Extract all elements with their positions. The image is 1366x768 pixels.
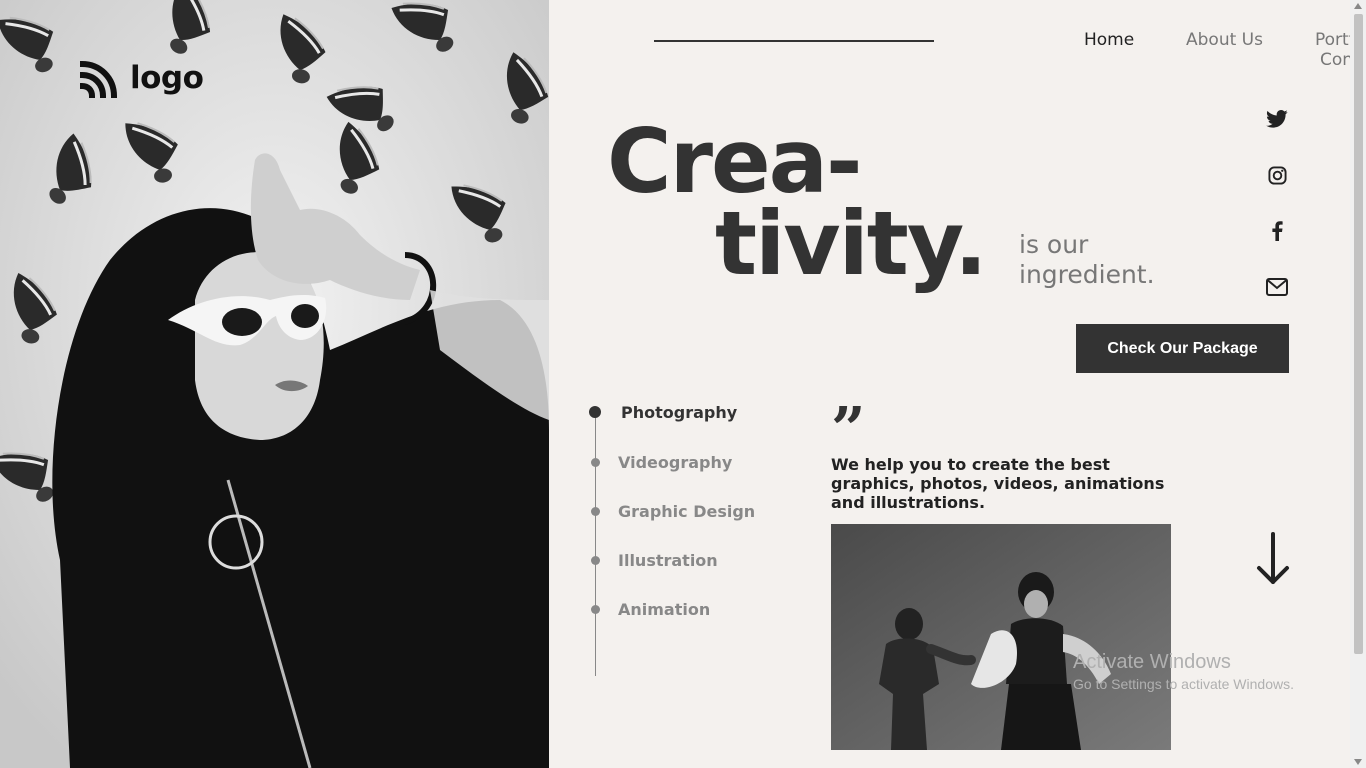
quote-text: We help you to create the best graphics,… — [831, 455, 1165, 512]
tagline-line-1: is our — [1019, 230, 1089, 259]
tagline-line-2: ingredient. — [1019, 260, 1155, 289]
mail-icon — [1266, 278, 1288, 296]
check-package-button[interactable]: Check Our Package — [1076, 324, 1289, 373]
main-nav: Home About Us Portfolio Contact — [969, 30, 1366, 74]
logo[interactable]: logo — [80, 58, 204, 98]
timeline-dot — [589, 406, 601, 418]
twitter-link[interactable] — [1261, 106, 1293, 132]
service-label: Illustration — [618, 550, 718, 570]
timeline-dot — [591, 506, 600, 516]
facebook-icon — [1272, 221, 1283, 241]
scroll-up-icon[interactable] — [1354, 3, 1362, 9]
decorative-line — [654, 40, 934, 42]
watermark-subtitle: Go to Settings to activate Windows. — [1073, 676, 1294, 692]
vertical-scrollbar[interactable] — [1350, 0, 1366, 768]
service-illustration[interactable]: Illustration — [587, 548, 718, 572]
arrow-down-icon[interactable] — [1255, 532, 1291, 586]
service-animation[interactable]: Animation — [587, 597, 710, 621]
timeline-dot — [591, 604, 600, 614]
dancers-image — [831, 524, 1171, 750]
portrait-photo — [0, 0, 549, 768]
scrollbar-thumb[interactable] — [1354, 14, 1363, 654]
service-photography[interactable]: Photography — [587, 400, 737, 424]
instagram-icon — [1267, 165, 1287, 185]
service-graphic-design[interactable]: Graphic Design — [587, 499, 755, 523]
hero-tagline: is our ingredient. — [1019, 230, 1155, 290]
timeline-dot — [591, 555, 600, 565]
nav-home[interactable]: Home — [1084, 30, 1134, 50]
twitter-icon — [1266, 110, 1288, 128]
timeline-dot — [591, 457, 600, 467]
instagram-link[interactable] — [1261, 162, 1293, 188]
service-label: Graphic Design — [618, 501, 756, 521]
hero-title-line-2: tivity. — [715, 192, 988, 295]
scroll-down-icon[interactable] — [1354, 759, 1362, 765]
nav-about-us[interactable]: About Us — [1186, 30, 1263, 50]
quote-icon: ” — [831, 395, 866, 465]
service-label: Videography — [618, 452, 733, 472]
service-label: Animation — [618, 599, 711, 619]
service-videography[interactable]: Videography — [587, 450, 732, 474]
mail-link[interactable] — [1261, 274, 1293, 300]
hero-photo: logo — [0, 0, 549, 768]
logo-text: logo — [130, 60, 204, 96]
dancers-photo — [831, 524, 1171, 750]
rss-waves-icon — [80, 60, 118, 98]
watermark-title: Activate Windows — [1073, 651, 1231, 673]
facebook-link[interactable] — [1261, 218, 1293, 244]
windows-activation-watermark: Activate Windows Go to Settings to activ… — [1073, 651, 1294, 692]
services-list: Photography Videography Graphic Design I… — [587, 400, 787, 680]
service-label: Photography — [621, 402, 738, 422]
